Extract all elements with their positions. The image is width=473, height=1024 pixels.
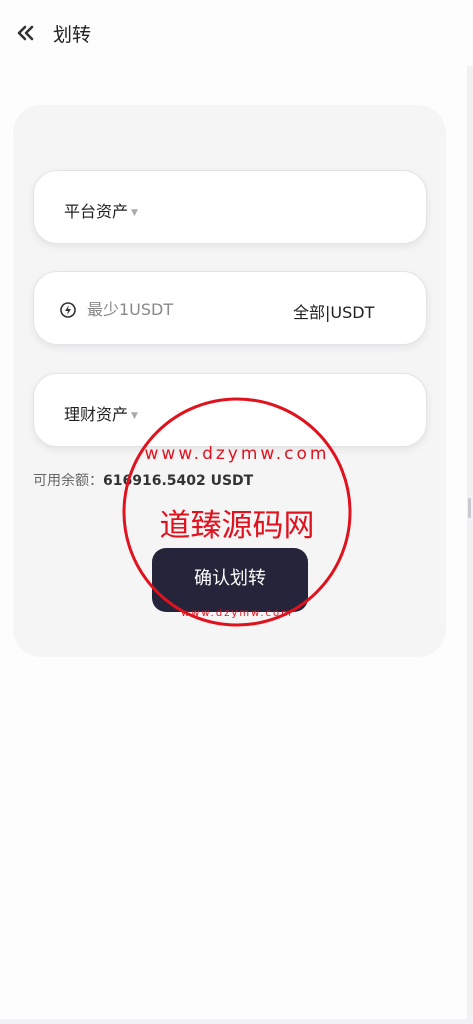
- scrollbar-track: [467, 66, 473, 1024]
- confirm-transfer-button[interactable]: 确认划转: [152, 548, 308, 612]
- caret-down-icon: ▼: [131, 410, 138, 421]
- bottom-divider: [0, 1019, 473, 1024]
- amount-field: 全部|USDT: [33, 271, 427, 345]
- refresh-icon: [60, 302, 76, 318]
- platform-asset-label[interactable]: 平台资产 ▼: [64, 198, 138, 222]
- scrollbar-handle[interactable]: [468, 498, 471, 518]
- platform-asset-select[interactable]: 平台资产 ▼: [33, 170, 427, 244]
- balance-label: 可用余额：: [33, 473, 103, 489]
- page-title: 划转: [53, 24, 92, 46]
- balance-value: 616916.5402 USDT: [103, 473, 254, 489]
- amount-input[interactable]: [87, 296, 267, 322]
- finance-asset-select[interactable]: 理财资产 ▼: [33, 373, 427, 447]
- all-amount-button[interactable]: 全部|USDT: [293, 299, 374, 323]
- available-balance: 可用余额：616916.5402 USDT: [33, 470, 253, 490]
- header-bar: 划转: [0, 0, 473, 66]
- caret-down-icon: ▼: [131, 207, 138, 218]
- double-chevron-left-icon[interactable]: [14, 22, 36, 44]
- finance-asset-label[interactable]: 理财资产 ▼: [64, 401, 138, 425]
